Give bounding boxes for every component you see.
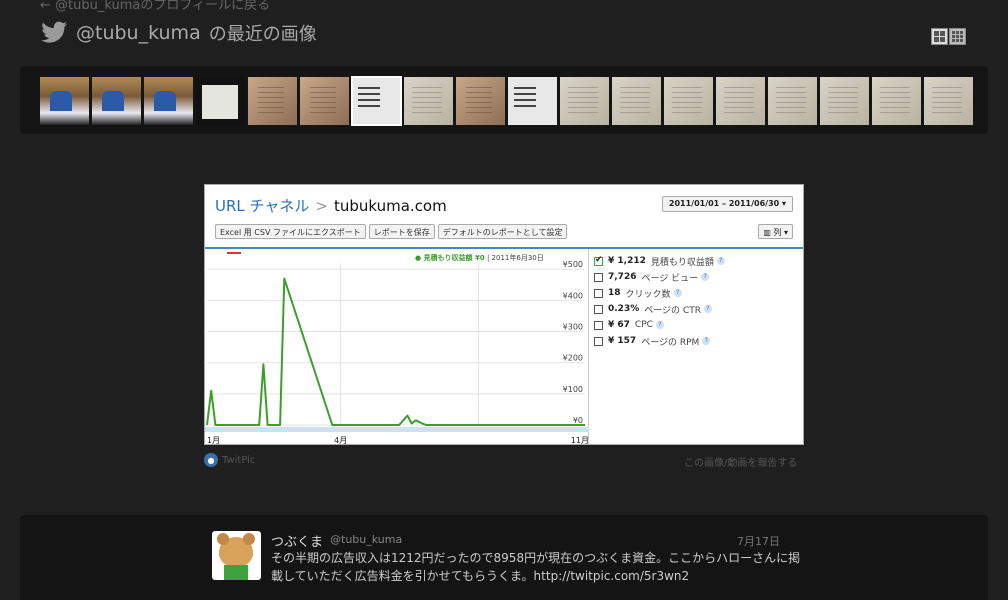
- metric-checkbox: [594, 336, 603, 346]
- metric-row: 7,726 ページ ビュー?: [594, 269, 725, 285]
- thumbnail[interactable]: [40, 77, 89, 125]
- thumbnail[interactable]: [248, 77, 297, 125]
- bird-icon: [41, 21, 67, 43]
- source-link[interactable]: ● TwitPic: [204, 453, 255, 467]
- thumbnail[interactable]: [820, 77, 869, 125]
- y-tick-label: ¥300: [563, 323, 583, 332]
- metric-label: 見積もり収益額: [650, 257, 714, 268]
- thumbnail[interactable]: [144, 77, 193, 125]
- photo-header: URL チャネル > tubukuma.com 2011/01/01 – 201…: [205, 185, 803, 229]
- metric-checkbox: [594, 304, 603, 314]
- metric-value: 0.23%: [608, 304, 640, 314]
- breadcrumb-root: URL チャネル: [215, 197, 310, 215]
- title-suffix: の最近の画像: [208, 24, 317, 45]
- metric-value: ¥ 157: [608, 336, 637, 346]
- legend-series: ● 見積もり収益額 ¥0: [415, 254, 485, 262]
- thumbnail[interactable]: [351, 76, 402, 126]
- x-tick-label: 4月: [334, 436, 347, 445]
- avatar[interactable]: [212, 531, 261, 580]
- tweet-card: つぶくま @tubu_kuma 7月17日 その半期の広告収入は1212円だった…: [20, 515, 988, 600]
- metric-label: CPC: [634, 320, 653, 330]
- columns-button: ▥ 列 ▾: [758, 224, 793, 239]
- metric-row: 18 クリック数?: [594, 285, 725, 301]
- thumbnail[interactable]: [716, 77, 765, 125]
- thumbnail[interactable]: [664, 77, 713, 125]
- thumbnail-list: [40, 76, 973, 126]
- metric-value: ¥ 1,212: [608, 256, 646, 266]
- twitpic-icon: ●: [204, 453, 218, 467]
- legend-date: | 2011年6月30日: [486, 254, 544, 262]
- export-csv-button: Excel 用 CSV ファイルにエクスポート: [215, 224, 366, 239]
- set-default-report-button: デフォルトのレポートとして設定: [437, 224, 568, 239]
- metric-checkbox: [594, 320, 603, 330]
- help-icon: ?: [716, 257, 725, 265]
- metric-row: ¥ 1,212 見積もり収益額?: [594, 253, 725, 269]
- y-tick-label: ¥400: [563, 291, 583, 300]
- tweet-text: その半期の広告収入は1212円だったので8958円が現在のつぶくま資金。ここから…: [271, 551, 801, 583]
- y-tick-label: ¥0: [573, 416, 583, 425]
- report-link[interactable]: この画像/動画を報告する: [684, 454, 797, 469]
- thumbnail[interactable]: [612, 77, 661, 125]
- thumbnail[interactable]: [508, 77, 557, 125]
- title-handle[interactable]: @tubu_kuma: [76, 22, 201, 44]
- thumbnail[interactable]: [300, 77, 349, 125]
- y-tick-label: ¥200: [563, 354, 583, 363]
- help-icon: ?: [655, 321, 664, 329]
- thumbnail[interactable]: [560, 77, 609, 125]
- metric-value: 7,726: [608, 272, 637, 282]
- main-photo[interactable]: URL チャネル > tubukuma.com 2011/01/01 – 201…: [204, 184, 804, 445]
- thumbnail[interactable]: [924, 77, 973, 125]
- metric-checkbox: [594, 255, 603, 266]
- thumbnail[interactable]: [92, 77, 141, 125]
- view-toggle: [931, 28, 966, 45]
- source-name: TwitPic: [222, 454, 256, 466]
- tweet-author-handle[interactable]: @tubu_kuma: [330, 533, 402, 546]
- revenue-chart-svg: ¥500 ¥400 ¥300 ¥200 ¥100 ¥0 1月 4月 11月: [205, 252, 589, 445]
- metric-label: クリック数: [625, 289, 671, 300]
- thumbnail[interactable]: [404, 77, 453, 125]
- help-icon: ?: [673, 289, 682, 297]
- metric-row: ¥ 157 ページの RPM?: [594, 333, 725, 349]
- thumbnail[interactable]: [768, 77, 817, 125]
- metrics-list: ¥ 1,212見積もり収益額?7,726ページ ビュー?18クリック数?0.23…: [594, 253, 725, 349]
- chart-legend: ● 見積もり収益額 ¥0 | 2011年6月30日: [415, 253, 544, 263]
- x-tick-label: 1月: [207, 436, 220, 445]
- metric-value: ¥ 67: [608, 320, 630, 330]
- metric-label: ページの RPM: [641, 337, 700, 348]
- back-to-profile-link[interactable]: ← @tubu_kumaのプロフィールに戻る: [40, 0, 270, 13]
- x-axis-band: [205, 427, 589, 432]
- metric-row: 0.23% ページの CTR?: [594, 301, 725, 317]
- metric-checkbox: [594, 288, 603, 298]
- breadcrumb-separator: >: [315, 197, 328, 215]
- thumbnail[interactable]: [872, 77, 921, 125]
- revenue-chart: ¥500 ¥400 ¥300 ¥200 ¥100 ¥0 1月 4月 11月 ● 見積もり収益額 …: [205, 249, 589, 445]
- x-tick-label: 11月: [571, 436, 589, 445]
- tweet-author-name[interactable]: つぶくま: [271, 531, 323, 550]
- help-icon: ?: [702, 337, 711, 345]
- y-tick-label: ¥500: [563, 260, 583, 269]
- report-toolbar: Excel 用 CSV ファイルにエクスポート レポートを保存 デフォルトのレポ…: [215, 224, 568, 239]
- help-icon: ?: [701, 273, 710, 281]
- thumbnail[interactable]: [456, 77, 505, 125]
- metric-value: 18: [608, 288, 621, 298]
- metric-label: ページの CTR: [644, 305, 701, 316]
- metric-checkbox: [594, 272, 603, 282]
- grid-view-icon[interactable]: [949, 28, 966, 45]
- tweet-date[interactable]: 7月17日: [737, 533, 780, 549]
- date-range-selector: 2011/01/01 – 2011/06/30 ▾: [661, 196, 793, 212]
- thumbnail-strip: [20, 66, 988, 134]
- breadcrumb-site: tubukuma.com: [333, 197, 447, 215]
- help-icon: ?: [703, 305, 712, 313]
- save-report-button: レポートを保存: [368, 224, 435, 239]
- list-view-icon[interactable]: [931, 28, 948, 45]
- metric-row: ¥ 67 CPC?: [594, 317, 725, 333]
- y-tick-label: ¥100: [563, 385, 583, 394]
- metric-label: ページ ビュー: [641, 273, 699, 284]
- page-title: @tubu_kuma の最近の画像: [40, 20, 317, 46]
- thumbnail[interactable]: [196, 77, 245, 125]
